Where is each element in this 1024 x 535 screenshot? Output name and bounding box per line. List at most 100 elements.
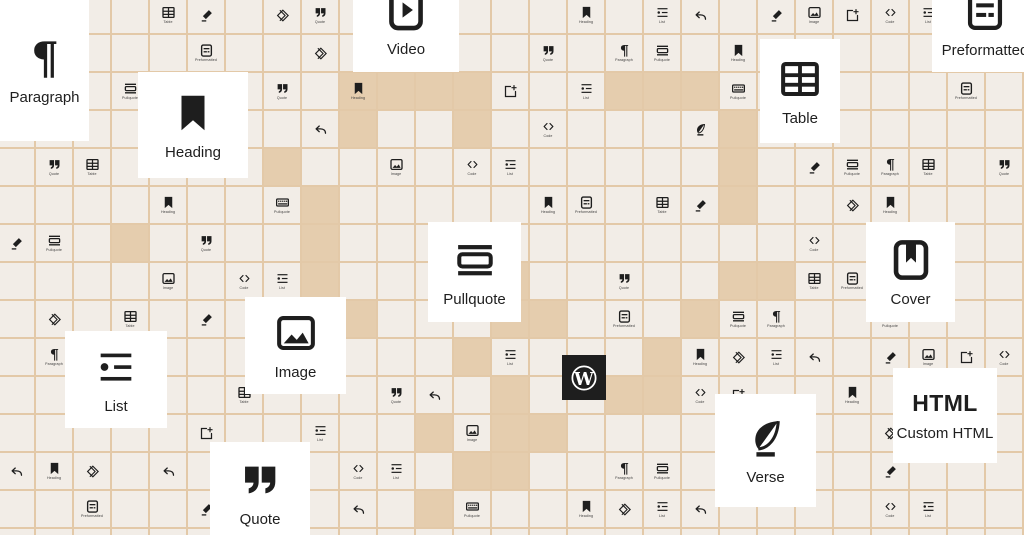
- block-cell-code[interactable]: Code: [454, 149, 490, 185]
- grid-cell[interactable]: [112, 187, 148, 223]
- grid-cell[interactable]: [0, 377, 34, 413]
- grid-cell[interactable]: [682, 529, 718, 535]
- block-cell-code[interactable]: Code: [872, 491, 908, 527]
- grid-cell[interactable]: [378, 225, 414, 261]
- block-cell-list[interactable]: List: [758, 339, 794, 375]
- block-cell-table[interactable]: Table: [910, 149, 946, 185]
- block-cell-list[interactable]: List: [264, 263, 300, 299]
- grid-cell-empty[interactable]: [454, 111, 490, 147]
- block-cell-preformatted[interactable]: Preformatted: [606, 301, 642, 337]
- grid-cell-empty[interactable]: [644, 73, 680, 109]
- grid-cell-empty[interactable]: [112, 225, 148, 261]
- grid-cell[interactable]: [872, 73, 908, 109]
- grid-cell-empty[interactable]: [682, 301, 718, 337]
- grid-cell[interactable]: [454, 0, 490, 33]
- block-cell-list[interactable]: List: [644, 491, 680, 527]
- grid-cell[interactable]: [378, 301, 414, 337]
- grid-cell[interactable]: [112, 263, 148, 299]
- block-cell-pen[interactable]: [188, 301, 224, 337]
- grid-cell[interactable]: [0, 149, 34, 185]
- block-cell-pen[interactable]: [758, 0, 794, 33]
- block-cell-pen[interactable]: [188, 0, 224, 33]
- block-cell-pullquote[interactable]: Pullquote: [720, 301, 756, 337]
- grid-cell[interactable]: [492, 491, 528, 527]
- block-cell-paragraph[interactable]: ¶Paragraph: [872, 149, 908, 185]
- block-cell-table[interactable]: Table: [150, 0, 186, 33]
- grid-cell-empty[interactable]: [644, 339, 680, 375]
- grid-cell[interactable]: [340, 149, 376, 185]
- grid-cell[interactable]: [948, 187, 984, 223]
- grid-cell[interactable]: [834, 301, 870, 337]
- grid-cell-empty[interactable]: [302, 263, 338, 299]
- grid-cell[interactable]: [834, 339, 870, 375]
- featured-tile-preformatted[interactable]: Preformatted: [932, 0, 1024, 72]
- grid-cell[interactable]: [454, 35, 490, 71]
- grid-cell[interactable]: [36, 529, 72, 535]
- grid-cell-empty[interactable]: [454, 339, 490, 375]
- grid-cell[interactable]: [682, 225, 718, 261]
- grid-cell-empty[interactable]: [682, 73, 718, 109]
- grid-cell[interactable]: [302, 149, 338, 185]
- grid-cell[interactable]: [606, 111, 642, 147]
- block-cell-heading[interactable]: Heading: [834, 377, 870, 413]
- grid-cell[interactable]: [910, 529, 946, 535]
- block-cell-table[interactable]: Table: [834, 529, 870, 535]
- block-cell-paragraph[interactable]: ¶Paragraph: [606, 35, 642, 71]
- grid-cell[interactable]: [910, 73, 946, 109]
- grid-cell[interactable]: [682, 263, 718, 299]
- block-cell-verse[interactable]: [682, 111, 718, 147]
- grid-cell[interactable]: [378, 529, 414, 535]
- grid-cell[interactable]: [74, 187, 110, 223]
- grid-cell[interactable]: [454, 529, 490, 535]
- grid-cell[interactable]: [606, 187, 642, 223]
- block-cell-quote[interactable]: Quote: [36, 149, 72, 185]
- grid-cell[interactable]: [416, 529, 452, 535]
- grid-cell[interactable]: [226, 187, 262, 223]
- grid-cell[interactable]: [530, 0, 566, 33]
- grid-cell[interactable]: [834, 225, 870, 261]
- grid-cell[interactable]: [188, 377, 224, 413]
- block-cell-preformatted[interactable]: Preformatted: [834, 263, 870, 299]
- block-cell-list[interactable]: List: [910, 491, 946, 527]
- block-cell-heading[interactable]: Heading: [340, 73, 376, 109]
- block-cell-heading[interactable]: Heading: [568, 529, 604, 535]
- grid-cell[interactable]: [644, 225, 680, 261]
- block-cell-heading[interactable]: Heading: [568, 491, 604, 527]
- grid-cell[interactable]: [36, 187, 72, 223]
- grid-cell[interactable]: [0, 301, 34, 337]
- grid-cell[interactable]: [264, 35, 300, 71]
- grid-cell[interactable]: [454, 187, 490, 223]
- grid-cell[interactable]: [834, 415, 870, 451]
- grid-cell[interactable]: [416, 149, 452, 185]
- grid-cell[interactable]: [340, 263, 376, 299]
- block-cell-diamonds[interactable]: [74, 453, 110, 489]
- block-cell-pullquote[interactable]: Pullquote: [834, 149, 870, 185]
- block-cell-arrow-back[interactable]: [302, 111, 338, 147]
- block-cell-heading[interactable]: Heading: [720, 529, 756, 535]
- grid-cell[interactable]: [568, 453, 604, 489]
- grid-cell[interactable]: [796, 529, 832, 535]
- grid-cell-empty[interactable]: [492, 415, 528, 451]
- grid-cell[interactable]: [948, 149, 984, 185]
- grid-cell[interactable]: [986, 73, 1022, 109]
- grid-cell[interactable]: [986, 301, 1022, 337]
- grid-cell[interactable]: [492, 187, 528, 223]
- block-cell-arrow-back[interactable]: [682, 0, 718, 33]
- grid-cell[interactable]: [416, 111, 452, 147]
- block-cell-paragraph[interactable]: ¶Paragraph: [606, 529, 642, 535]
- grid-cell[interactable]: [112, 35, 148, 71]
- block-cell-diamonds[interactable]: [948, 529, 984, 535]
- block-cell-pullquote[interactable]: Pullquote: [644, 529, 680, 535]
- block-cell-arrow-back[interactable]: [796, 339, 832, 375]
- grid-cell[interactable]: [606, 225, 642, 261]
- block-cell-preformatted[interactable]: Preformatted: [188, 35, 224, 71]
- grid-cell[interactable]: [910, 187, 946, 223]
- block-cell-add-frame[interactable]: [834, 0, 870, 33]
- grid-cell[interactable]: [948, 111, 984, 147]
- grid-cell-empty[interactable]: [302, 187, 338, 223]
- grid-cell[interactable]: [682, 453, 718, 489]
- grid-cell-empty[interactable]: [644, 377, 680, 413]
- grid-cell[interactable]: [74, 529, 110, 535]
- block-cell-diamonds[interactable]: [606, 491, 642, 527]
- block-cell-image[interactable]: Image: [796, 0, 832, 33]
